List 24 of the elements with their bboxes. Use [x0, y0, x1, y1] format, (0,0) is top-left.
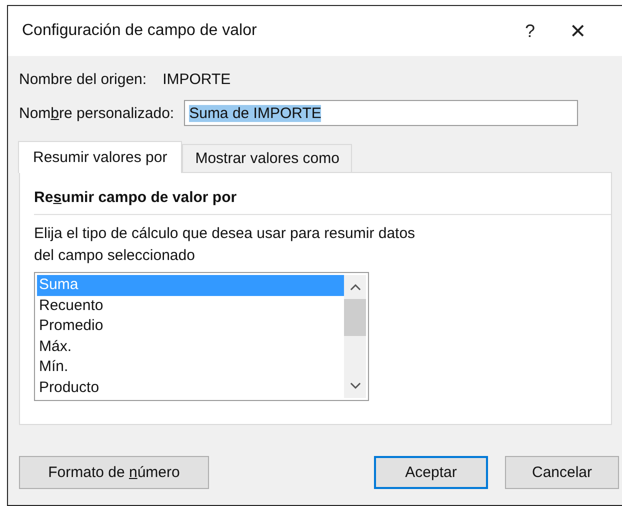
- custom-name-label: Nombre personalizado:: [19, 104, 174, 122]
- custom-name-field[interactable]: Suma de IMPORTE: [184, 100, 578, 126]
- list-item[interactable]: Recuento: [37, 296, 344, 316]
- scroll-up-icon[interactable]: [350, 283, 360, 291]
- source-name-value: IMPORTE: [162, 70, 231, 88]
- accept-button[interactable]: Aceptar: [374, 456, 488, 489]
- help-button[interactable]: ?: [506, 20, 554, 42]
- list-item[interactable]: Producto: [37, 378, 344, 398]
- description-text: Elija el tipo de cálculo que desea usar para resumir datos del campo seleccionado: [34, 224, 416, 266]
- list-item[interactable]: Mín.: [37, 357, 344, 378]
- scroll-down-icon[interactable]: [350, 382, 360, 390]
- cancel-button[interactable]: Cancelar: [505, 456, 619, 489]
- source-name-label: Nombre del origen:: [19, 70, 147, 88]
- window-title: Configuración de campo de valor: [22, 22, 258, 40]
- list-item[interactable]: Promedio: [37, 316, 344, 336]
- tab[interactable]: Mostrar valores como: [182, 144, 352, 172]
- scrollbar-thumb[interactable]: [344, 299, 366, 336]
- number-format-button[interactable]: Formato de número: [19, 456, 209, 489]
- list-item[interactable]: Máx.: [37, 336, 344, 357]
- section-heading: Resumir campo de valor por: [34, 189, 238, 206]
- calculation-listbox[interactable]: Suma Recuento Promedio Máx. Mín. Producto: [34, 272, 369, 401]
- tab[interactable]: Resumir valores por: [18, 141, 182, 173]
- scrollbar[interactable]: [344, 275, 366, 398]
- close-button[interactable]: ✕: [554, 18, 602, 44]
